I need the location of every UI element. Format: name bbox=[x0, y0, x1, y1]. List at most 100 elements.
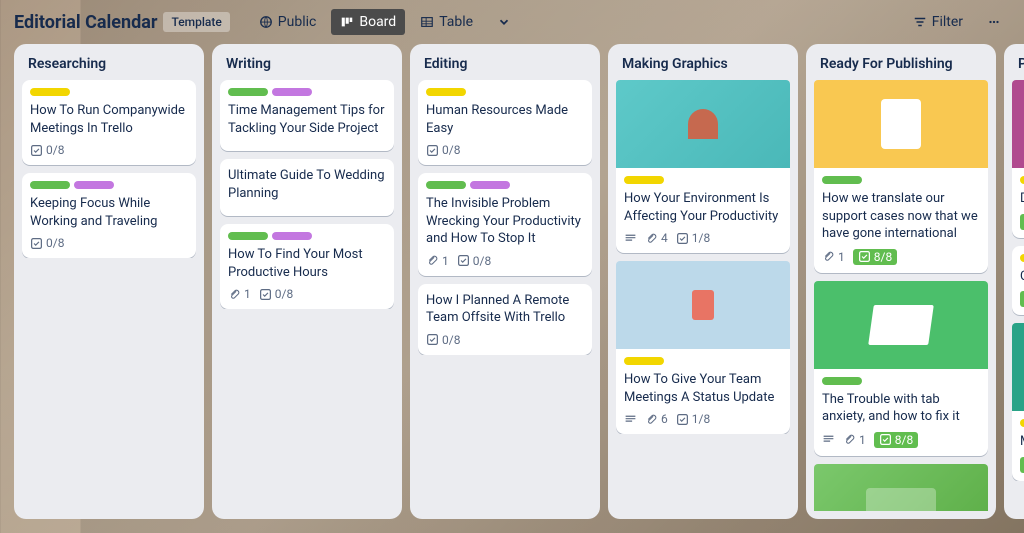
card-badges: 1 8/8 bbox=[822, 249, 980, 265]
card-labels bbox=[228, 88, 386, 96]
card-labels bbox=[624, 176, 782, 184]
card-title: Time Management Tips for Tackling Your S… bbox=[228, 102, 386, 137]
checklist-badge: 0/8 bbox=[426, 333, 460, 347]
label-yellow[interactable] bbox=[1020, 254, 1024, 262]
table-view-button[interactable]: Table bbox=[411, 9, 482, 35]
checklist-count: 1/8 bbox=[692, 231, 710, 245]
card-title: How To Give Your Team Meetings A Status … bbox=[624, 371, 782, 406]
label-yellow[interactable] bbox=[1020, 419, 1024, 427]
more-button[interactable] bbox=[978, 10, 1010, 34]
card[interactable]: The Invisible Problem Wrecking Your Prod… bbox=[418, 173, 592, 276]
list-header[interactable]: Writing bbox=[220, 52, 394, 80]
board-view-button[interactable]: Board bbox=[331, 9, 405, 35]
list-cards: Time Management Tips for Tackling Your S… bbox=[220, 80, 394, 309]
label-yellow[interactable] bbox=[1020, 176, 1024, 184]
card-title: Human Resources Made Easy bbox=[426, 102, 584, 137]
card[interactable]: How To Find Your Most Productive Hours10… bbox=[220, 224, 394, 309]
card[interactable]: Don't Do18 Oct bbox=[1012, 80, 1024, 238]
date-badge: 18 Oct bbox=[1020, 214, 1024, 230]
label-green[interactable] bbox=[228, 232, 268, 240]
card-badges: 18/8 bbox=[822, 432, 980, 448]
list-header[interactable]: Editing bbox=[418, 52, 592, 80]
attachment-count: 6 bbox=[661, 412, 668, 426]
card[interactable]: How we translate our support cases now t… bbox=[814, 80, 988, 273]
card[interactable]: Keeping Focus While Working and Travelin… bbox=[22, 173, 196, 258]
card[interactable]: Managing10 Feb bbox=[1012, 323, 1024, 481]
checklist-badge: 0/8 bbox=[30, 143, 64, 157]
description-icon bbox=[822, 433, 835, 446]
label-green[interactable] bbox=[30, 181, 70, 189]
card-labels bbox=[1020, 254, 1024, 262]
template-badge[interactable]: Template bbox=[163, 12, 229, 32]
list-header[interactable]: Researching bbox=[22, 52, 196, 80]
checklist-badge: 0/8 bbox=[426, 143, 460, 157]
checklist-icon bbox=[858, 250, 871, 263]
attachment-icon bbox=[843, 433, 856, 446]
label-green[interactable] bbox=[822, 176, 862, 184]
list-cards: Don't Do18 Oct Creating4 May Managing10 Fe… bbox=[1012, 80, 1024, 481]
card-cover bbox=[616, 261, 790, 349]
checklist-icon bbox=[879, 433, 892, 446]
board-title[interactable]: Editorial Calendar bbox=[14, 12, 157, 33]
list: PublishedDon't Do18 Oct Creating4 May Mana… bbox=[1004, 44, 1024, 519]
checklist-icon bbox=[457, 254, 470, 267]
card[interactable]: How To Run Companywide Meetings In Trell… bbox=[22, 80, 196, 165]
label-green[interactable] bbox=[426, 181, 466, 189]
board-icon bbox=[340, 15, 354, 29]
topbar: Editorial Calendar Template Public Board… bbox=[0, 0, 1024, 44]
card-labels bbox=[1020, 176, 1024, 184]
label-purple[interactable] bbox=[470, 181, 510, 189]
label-yellow[interactable] bbox=[30, 88, 70, 96]
card[interactable]: How To Give Your Team Meetings A Status … bbox=[616, 261, 790, 434]
description-badge bbox=[822, 433, 835, 446]
attachment-count: 4 bbox=[661, 231, 668, 245]
checklist-count: 1/8 bbox=[692, 412, 710, 426]
card-title: How To Find Your Most Productive Hours bbox=[228, 246, 386, 281]
view-switcher-button[interactable] bbox=[488, 10, 520, 34]
card-labels bbox=[30, 181, 188, 189]
card[interactable]: How Your Environment Is Affecting Your P… bbox=[616, 80, 790, 253]
checklist-count: 8/8 bbox=[874, 250, 892, 264]
card[interactable]: Creating4 May bbox=[1012, 246, 1024, 316]
card-cover bbox=[814, 464, 988, 511]
list-header[interactable]: Making Graphics bbox=[616, 52, 790, 80]
label-yellow[interactable] bbox=[624, 357, 664, 365]
card-title: How Your Environment Is Affecting Your P… bbox=[624, 190, 782, 225]
checklist-count: 0/8 bbox=[473, 254, 491, 268]
checklist-badge: 1/8 bbox=[676, 412, 710, 426]
checklist-badge: 1/8 bbox=[676, 231, 710, 245]
filter-button[interactable]: Filter bbox=[904, 9, 972, 35]
label-green[interactable] bbox=[822, 377, 862, 385]
label-green[interactable] bbox=[228, 88, 268, 96]
description-badge bbox=[624, 232, 637, 245]
card-cover bbox=[1012, 80, 1024, 168]
card[interactable]: Human Resources Made Easy 0/8 bbox=[418, 80, 592, 165]
list-header[interactable]: Published bbox=[1012, 52, 1024, 80]
card-badges: 0/8 bbox=[30, 143, 188, 157]
attachment-icon bbox=[228, 288, 241, 301]
checklist-badge: 0/8 bbox=[457, 254, 491, 268]
label-purple[interactable] bbox=[272, 88, 312, 96]
attachment-badge: 1 bbox=[228, 287, 251, 301]
label-purple[interactable] bbox=[74, 181, 114, 189]
board-canvas[interactable]: ResearchingHow To Run Companywide Meetin… bbox=[0, 44, 1024, 533]
attachment-badge: 1 bbox=[822, 250, 845, 264]
checklist-badge: 8/8 bbox=[874, 432, 918, 448]
label-yellow[interactable] bbox=[426, 88, 466, 96]
card-badges: 0/8 bbox=[426, 333, 584, 347]
card[interactable]: Ultimate Guide To Wedding Planning bbox=[220, 159, 394, 216]
card[interactable]: How To Get To Inbox Zero bbox=[814, 464, 988, 511]
attachment-icon bbox=[822, 250, 835, 263]
checklist-count: 0/8 bbox=[46, 236, 64, 250]
list-header[interactable]: Ready For Publishing bbox=[814, 52, 988, 80]
label-purple[interactable] bbox=[272, 232, 312, 240]
attachment-count: 1 bbox=[838, 250, 845, 264]
visibility-button[interactable]: Public bbox=[250, 9, 326, 35]
checklist-icon bbox=[30, 237, 43, 250]
card-badges: 18 Oct bbox=[1020, 214, 1024, 230]
card[interactable]: How I Planned A Remote Team Offsite With… bbox=[418, 284, 592, 355]
label-yellow[interactable] bbox=[624, 176, 664, 184]
card[interactable]: The Trouble with tab anxiety, and how to… bbox=[814, 281, 988, 456]
card-title: Keeping Focus While Working and Travelin… bbox=[30, 195, 188, 230]
card[interactable]: Time Management Tips for Tackling Your S… bbox=[220, 80, 394, 151]
